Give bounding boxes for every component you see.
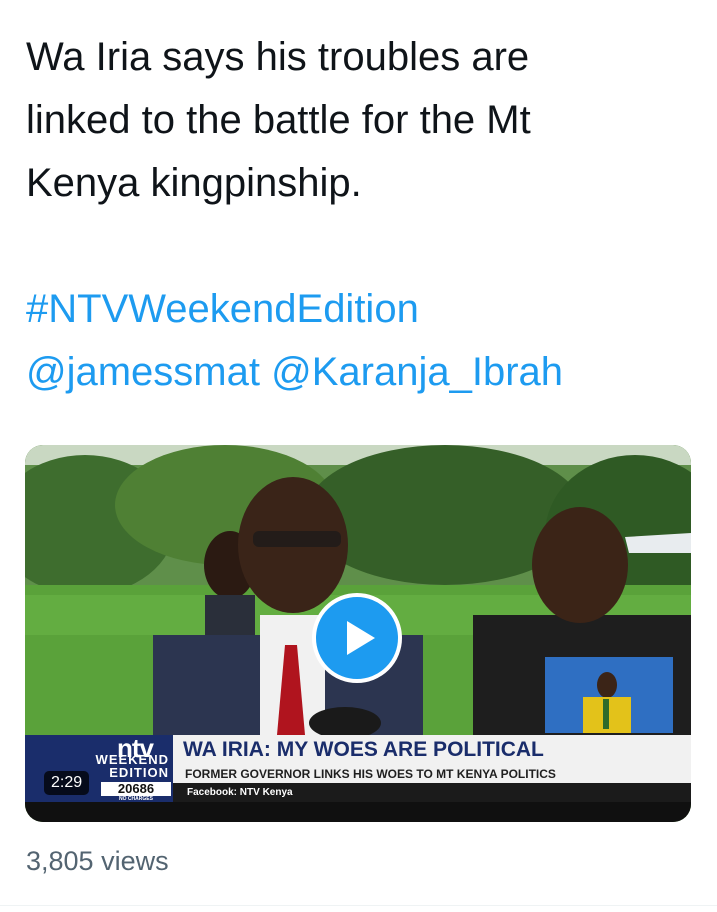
play-icon: [347, 621, 375, 655]
video-bottom-bar: [25, 802, 691, 822]
sms-number: 20686: [101, 782, 171, 796]
tweet-text-line: linked to the battle for the Mt: [26, 98, 531, 142]
video-player[interactable]: ntv WEEKEND EDITION 20686 NO CHARGES WA …: [25, 445, 691, 822]
video-duration-badge: 2:29: [44, 771, 90, 795]
video-subheadline: FORMER GOVERNOR LINKS HIS WOES TO MT KEN…: [173, 765, 691, 783]
mention-link-karanja-ibrah[interactable]: @Karanja_Ibrah: [271, 350, 563, 394]
tweet-text-line: Wa Iria says his troubles are: [26, 35, 530, 79]
sign-language-inset: [545, 657, 673, 733]
play-button[interactable]: [312, 593, 402, 683]
tweet-text-line: Kenya kingpinship.: [26, 161, 362, 205]
hashtag-link[interactable]: #NTVWeekendEdition: [26, 287, 419, 331]
mention-link-jamessmat[interactable]: @jamessmat: [26, 350, 260, 394]
divider: [0, 905, 717, 906]
video-headline: WA IRIA: MY WOES ARE POLITICAL: [173, 735, 691, 765]
tweet-text: Wa Iria says his troubles are linked to …: [26, 26, 696, 404]
video-social-handle: Facebook: NTV Kenya: [173, 783, 691, 802]
view-count: 3,805 views: [26, 846, 169, 876]
